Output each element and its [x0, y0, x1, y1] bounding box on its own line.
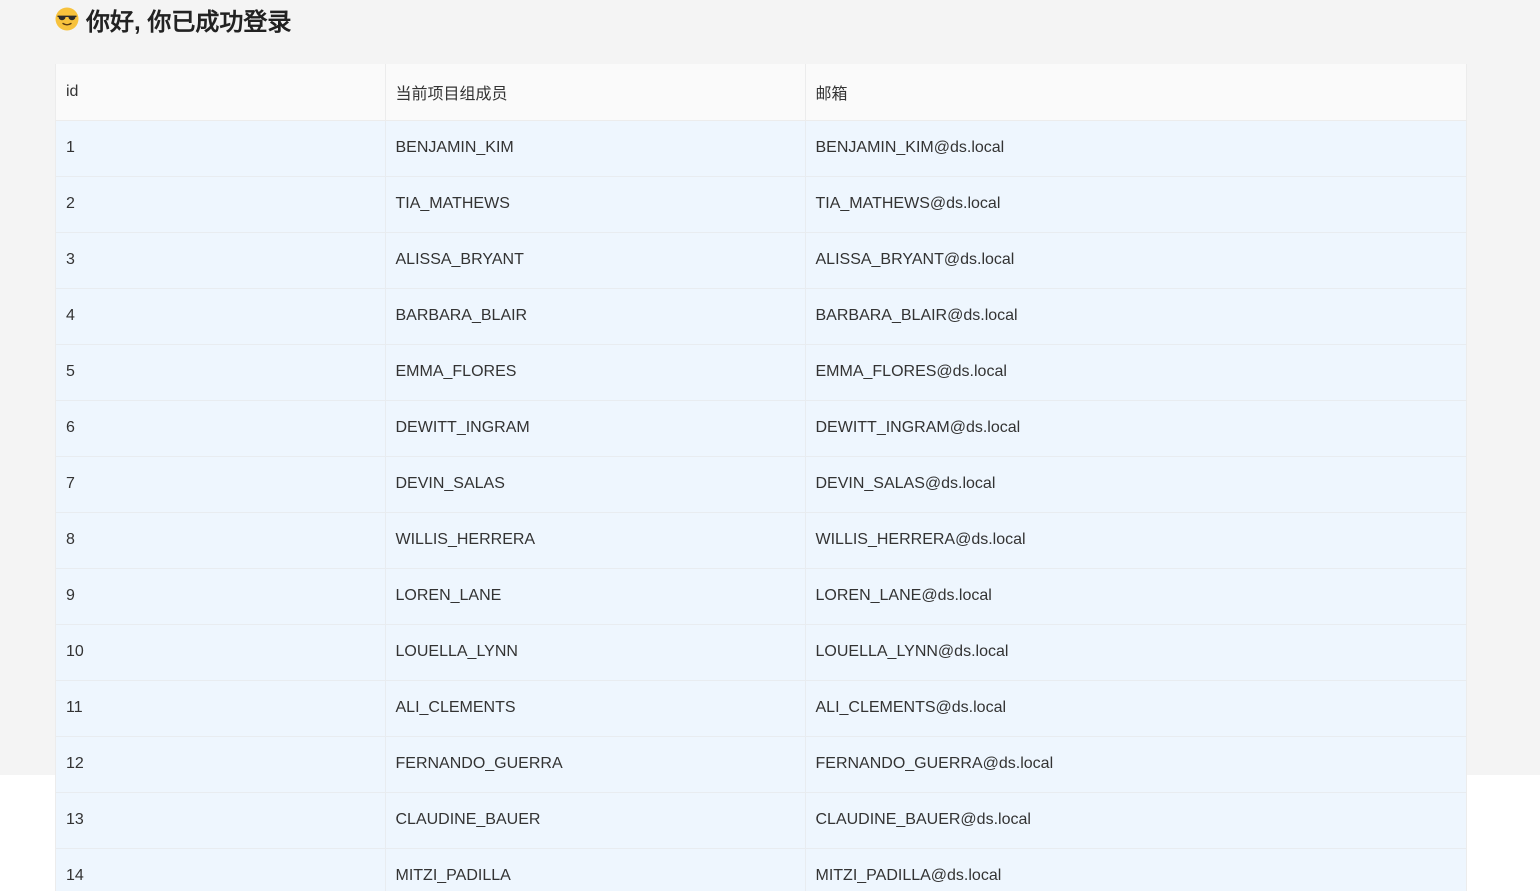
column-header-email: 邮箱 — [805, 64, 1466, 121]
members-table-container: id 当前项目组成员 邮箱 1 BENJAMIN_KIM BENJAMIN_KI… — [55, 64, 1467, 891]
cell-id: 14 — [56, 848, 386, 891]
page-title: 你好, 你已成功登录 — [55, 2, 291, 36]
cell-email: ALI_CLEMENTS@ds.local — [805, 680, 1466, 737]
cell-email: CLAUDINE_BAUER@ds.local — [805, 792, 1466, 849]
table-row: 3 ALISSA_BRYANT ALISSA_BRYANT@ds.local — [56, 232, 1466, 289]
table-row: 4 BARBARA_BLAIR BARBARA_BLAIR@ds.local — [56, 288, 1466, 345]
cell-member: MITZI_PADILLA — [385, 848, 806, 891]
cell-member: ALISSA_BRYANT — [385, 232, 806, 289]
cell-member: CLAUDINE_BAUER — [385, 792, 806, 849]
table-header-row: id 当前项目组成员 邮箱 — [56, 64, 1466, 121]
cell-member: LOUELLA_LYNN — [385, 624, 806, 681]
column-header-id: id — [56, 64, 386, 121]
cell-id: 6 — [56, 400, 386, 457]
table-row: 5 EMMA_FLORES EMMA_FLORES@ds.local — [56, 344, 1466, 401]
cell-id: 12 — [56, 736, 386, 793]
cell-member: DEWITT_INGRAM — [385, 400, 806, 457]
cell-id: 9 — [56, 568, 386, 625]
cell-email: WILLIS_HERRERA@ds.local — [805, 512, 1466, 569]
table-row: 1 BENJAMIN_KIM BENJAMIN_KIM@ds.local — [56, 120, 1466, 177]
cell-member: BARBARA_BLAIR — [385, 288, 806, 345]
cell-id: 3 — [56, 232, 386, 289]
cell-email: MITZI_PADILLA@ds.local — [805, 848, 1466, 891]
cell-member: LOREN_LANE — [385, 568, 806, 625]
cell-email: LOREN_LANE@ds.local — [805, 568, 1466, 625]
cell-email: LOUELLA_LYNN@ds.local — [805, 624, 1466, 681]
cell-id: 4 — [56, 288, 386, 345]
cell-id: 1 — [56, 120, 386, 177]
cell-email: BENJAMIN_KIM@ds.local — [805, 120, 1466, 177]
cell-email: FERNANDO_GUERRA@ds.local — [805, 736, 1466, 793]
cell-email: EMMA_FLORES@ds.local — [805, 344, 1466, 401]
cell-id: 5 — [56, 344, 386, 401]
column-header-member: 当前项目组成员 — [385, 64, 806, 121]
table-row: 14 MITZI_PADILLA MITZI_PADILLA@ds.local — [56, 848, 1466, 891]
sunglasses-emoji-icon — [55, 7, 79, 31]
cell-member: EMMA_FLORES — [385, 344, 806, 401]
cell-id: 2 — [56, 176, 386, 233]
cell-member: FERNANDO_GUERRA — [385, 736, 806, 793]
cell-email: DEVIN_SALAS@ds.local — [805, 456, 1466, 513]
cell-id: 10 — [56, 624, 386, 681]
cell-member: DEVIN_SALAS — [385, 456, 806, 513]
cell-email: DEWITT_INGRAM@ds.local — [805, 400, 1466, 457]
table-row: 10 LOUELLA_LYNN LOUELLA_LYNN@ds.local — [56, 624, 1466, 681]
cell-id: 13 — [56, 792, 386, 849]
cell-member: WILLIS_HERRERA — [385, 512, 806, 569]
table-row: 12 FERNANDO_GUERRA FERNANDO_GUERRA@ds.lo… — [56, 736, 1466, 793]
table-row: 13 CLAUDINE_BAUER CLAUDINE_BAUER@ds.loca… — [56, 792, 1466, 849]
table-row: 9 LOREN_LANE LOREN_LANE@ds.local — [56, 568, 1466, 625]
cell-email: TIA_MATHEWS@ds.local — [805, 176, 1466, 233]
table-row: 11 ALI_CLEMENTS ALI_CLEMENTS@ds.local — [56, 680, 1466, 737]
cell-member: BENJAMIN_KIM — [385, 120, 806, 177]
cell-email: BARBARA_BLAIR@ds.local — [805, 288, 1466, 345]
cell-id: 11 — [56, 680, 386, 737]
cell-id: 7 — [56, 456, 386, 513]
cell-email: ALISSA_BRYANT@ds.local — [805, 232, 1466, 289]
table-row: 2 TIA_MATHEWS TIA_MATHEWS@ds.local — [56, 176, 1466, 233]
members-table: id 当前项目组成员 邮箱 1 BENJAMIN_KIM BENJAMIN_KI… — [56, 64, 1466, 891]
greeting-text: 你好, 你已成功登录 — [86, 8, 292, 36]
cell-member: TIA_MATHEWS — [385, 176, 806, 233]
cell-member: ALI_CLEMENTS — [385, 680, 806, 737]
table-row: 7 DEVIN_SALAS DEVIN_SALAS@ds.local — [56, 456, 1466, 513]
table-row: 6 DEWITT_INGRAM DEWITT_INGRAM@ds.local — [56, 400, 1466, 457]
table-row: 8 WILLIS_HERRERA WILLIS_HERRERA@ds.local — [56, 512, 1466, 569]
cell-id: 8 — [56, 512, 386, 569]
